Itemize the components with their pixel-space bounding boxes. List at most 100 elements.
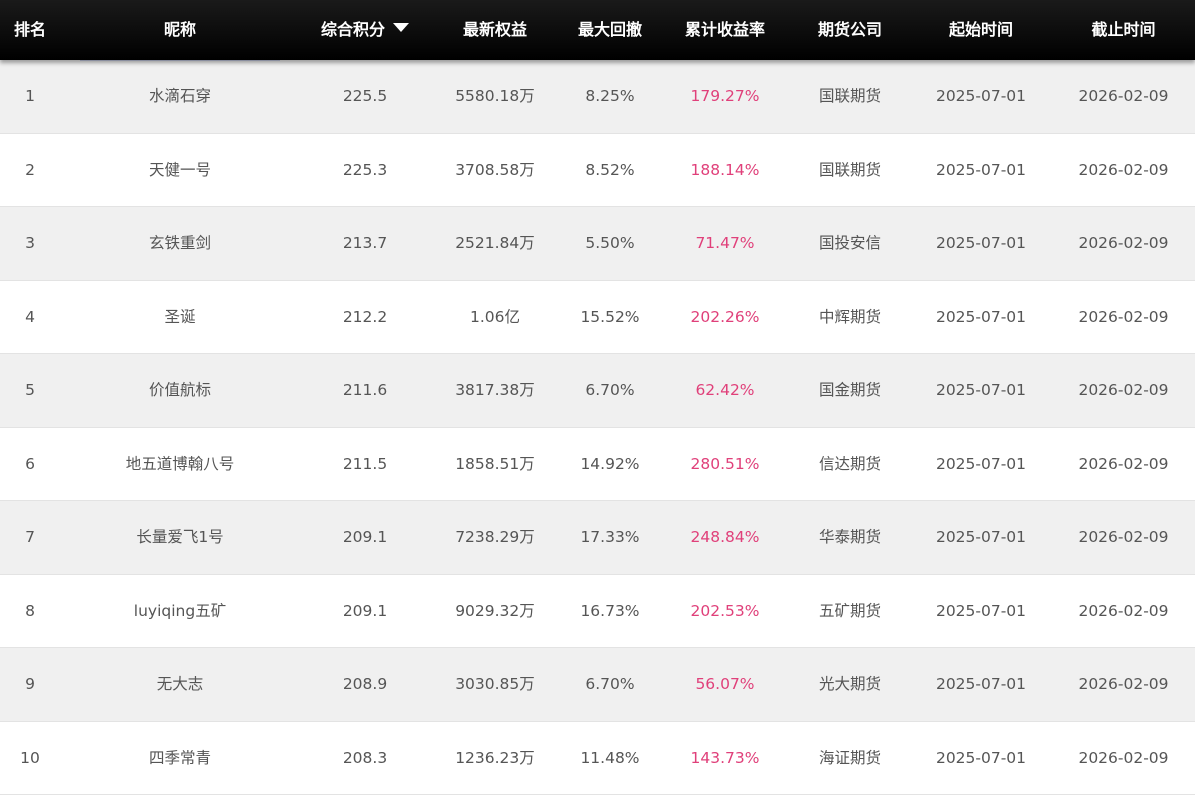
cell-yield-text: 188.14% [690, 160, 760, 179]
cell-rank: 9 [0, 648, 60, 721]
cell-start-date: 2025-07-01 [910, 648, 1052, 721]
cell-nickname-text: 水滴石穿 [148, 87, 211, 105]
cell-yield-text: 280.51% [690, 454, 760, 473]
cell-start-date: 2025-07-01 [910, 428, 1052, 501]
cell-nickname[interactable]: 圣诞 [60, 281, 300, 354]
cell-end-date-text: 2026-02-09 [1078, 454, 1169, 473]
cell-nickname[interactable]: 价值航标 [60, 354, 300, 427]
cell-end-date: 2026-02-09 [1052, 134, 1195, 207]
header-yield[interactable]: 累计收益率 [660, 0, 790, 60]
cell-start-date: 2025-07-01 [910, 575, 1052, 648]
header-rank[interactable]: 排名 [0, 0, 60, 60]
table-row[interactable]: 1 水滴石穿 225.5 5580.18万 8.25% 179.27% 国联期货 2025-0… [0, 60, 1195, 134]
header-company[interactable]: 期货公司 [790, 0, 910, 60]
cell-end-date: 2026-02-09 [1052, 648, 1195, 721]
cell-rank: 10 [0, 722, 60, 795]
cell-yield-text: 248.84% [690, 528, 760, 546]
cell-rank-text: 10 [20, 748, 40, 767]
cell-company: 五矿期货 [790, 575, 910, 648]
cell-end-date: 2026-02-09 [1052, 501, 1195, 574]
table-row[interactable]: 9 无大志 208.9 3030.85万 6.70% 56.07% 光大期货 2025-07-… [0, 648, 1195, 722]
header-nickname[interactable]: 昵称 [60, 0, 300, 60]
cell-nickname-text: 圣诞 [164, 307, 196, 326]
cell-drawdown-text: 6.70% [585, 675, 635, 693]
cell-equity: 2521.84万 [430, 207, 560, 280]
cell-nickname[interactable]: 天健一号 [60, 134, 300, 207]
table-row[interactable]: 3 玄铁重剑 213.7 2521.84万 5.50% 71.47% 国投安信 2025-07… [0, 207, 1195, 281]
cell-start-date: 2025-07-01 [910, 134, 1052, 207]
cell-company-text: 国金期货 [818, 381, 881, 399]
cell-rank: 5 [0, 354, 60, 427]
cell-company: 国投安信 [790, 207, 910, 280]
cell-nickname[interactable]: 水滴石穿 [60, 60, 300, 133]
cell-score: 225.5 [300, 60, 430, 133]
cell-score: 208.9 [300, 648, 430, 721]
header-equity[interactable]: 最新权益 [430, 0, 560, 60]
cell-rank: 6 [0, 428, 60, 501]
cell-drawdown-text: 8.25% [585, 87, 635, 105]
cell-end-date-text: 2026-02-09 [1078, 234, 1169, 252]
table-row[interactable]: 10 四季常青 208.3 1236.23万 11.48% 143.73% 海证期货 2025… [0, 721, 1195, 795]
cell-score: 213.7 [300, 207, 430, 280]
cell-end-date-text: 2026-02-09 [1078, 601, 1169, 620]
header-drawdown[interactable]: 最大回撤 [560, 0, 660, 60]
cell-end-date-text: 2026-02-09 [1078, 160, 1169, 179]
cell-rank: 4 [0, 281, 60, 354]
cell-company-text: 五矿期货 [818, 601, 881, 620]
cell-drawdown-text: 5.50% [585, 234, 635, 252]
cell-yield-text: 202.53% [690, 601, 760, 620]
cell-score-text: 208.9 [342, 675, 388, 693]
cell-equity: 7238.29万 [430, 501, 560, 574]
header-end[interactable]: 截止时间 [1052, 0, 1195, 60]
cell-nickname[interactable]: 无大志 [60, 648, 300, 721]
cell-equity-text: 1236.23万 [455, 748, 535, 767]
cell-yield: 248.84% [660, 501, 790, 574]
table-row[interactable]: 7 长量爱飞1号 209.1 7238.29万 17.33% 248.84% 华泰期货 202… [0, 501, 1195, 575]
sort-down-icon[interactable] [393, 23, 409, 32]
cell-equity: 9029.32万 [430, 575, 560, 648]
cell-nickname[interactable]: 地五道博翰八号 [60, 428, 300, 501]
cell-yield-text: 56.07% [695, 675, 755, 693]
cell-nickname[interactable]: 四季常青 [60, 722, 300, 795]
cell-nickname[interactable]: luyiqing五矿 [60, 575, 300, 648]
cell-rank-text: 1 [25, 87, 35, 105]
cell-yield: 202.26% [660, 281, 790, 354]
cell-equity-text: 5580.18万 [455, 87, 535, 105]
header-score[interactable]: 综合积分 [300, 0, 430, 60]
table-row[interactable]: 6 地五道博翰八号 211.5 1858.51万 14.92% 280.51% 信达期货 20… [0, 427, 1195, 501]
cell-nickname-text: 无大志 [156, 675, 204, 693]
cell-yield-text: 179.27% [690, 87, 760, 105]
cell-start-date-text: 2025-07-01 [935, 748, 1027, 767]
table-row[interactable]: 8 luyiqing五矿 209.1 9029.32万 16.73% 202.53% 五矿期… [0, 574, 1195, 648]
cell-company-text: 华泰期货 [818, 528, 881, 546]
cell-score: 212.2 [300, 281, 430, 354]
header-start[interactable]: 起始时间 [910, 0, 1052, 60]
cell-company-text: 国联期货 [818, 87, 881, 105]
cell-nickname[interactable]: 玄铁重剑 [60, 207, 300, 280]
cell-end-date-text: 2026-02-09 [1078, 748, 1169, 767]
cell-company: 华泰期货 [790, 501, 910, 574]
cell-yield-text: 71.47% [695, 234, 755, 252]
cell-start-date: 2025-07-01 [910, 354, 1052, 427]
cell-end-date-text: 2026-02-09 [1078, 528, 1169, 546]
cell-start-date: 2025-07-01 [910, 60, 1052, 133]
cell-company-text: 国联期货 [818, 160, 881, 179]
table-row[interactable]: 5 价值航标 211.6 3817.38万 6.70% 62.42% 国金期货 2025-07… [0, 354, 1195, 428]
cell-start-date-text: 2025-07-01 [935, 307, 1027, 326]
cell-equity: 3708.58万 [430, 134, 560, 207]
cell-score: 211.5 [300, 428, 430, 501]
cell-end-date-text: 2026-02-09 [1078, 381, 1169, 399]
cell-drawdown: 8.25% [560, 60, 660, 133]
table-header: 排名 昵称 综合积分 最新权益 最大回撤 累计收益率 期货公司 起始时间 截止时… [0, 0, 1195, 60]
cell-company: 国联期货 [790, 134, 910, 207]
cell-rank: 1 [0, 60, 60, 133]
table-row[interactable]: 2 天健一号 225.3 3708.58万 8.52% 188.14% 国联期货 2025-0… [0, 133, 1195, 207]
cell-company-text: 光大期货 [818, 675, 881, 693]
table-row[interactable]: 4 圣诞 212.2 1.06亿 15.52% 202.26% 中辉期货 2025-07-01… [0, 280, 1195, 354]
cell-yield: 143.73% [660, 722, 790, 795]
cell-start-date-text: 2025-07-01 [935, 454, 1027, 473]
cell-score: 209.1 [300, 575, 430, 648]
cell-equity: 1236.23万 [430, 722, 560, 795]
cell-nickname-text: luyiqing五矿 [133, 601, 227, 620]
cell-nickname[interactable]: 长量爱飞1号 [60, 501, 300, 574]
